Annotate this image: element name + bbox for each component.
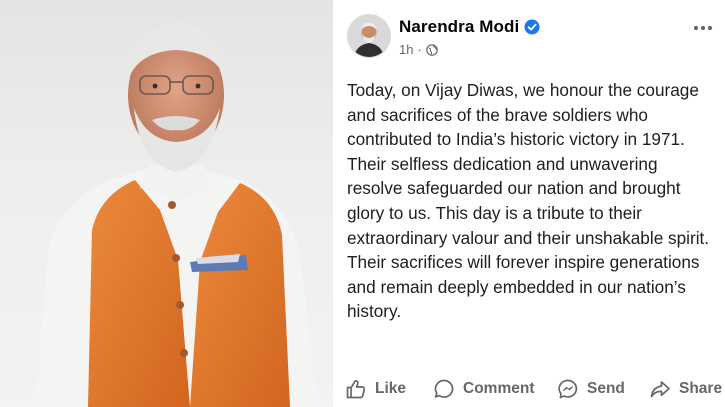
post-actions: Like Comment Send Share bbox=[333, 372, 725, 406]
share-button[interactable]: Share bbox=[649, 372, 722, 406]
post-card: Narendra Modi 1h · Today, on Vijay Diwas… bbox=[333, 0, 725, 407]
author-avatar[interactable] bbox=[347, 14, 391, 58]
post-photo[interactable] bbox=[0, 0, 333, 407]
avatar-image bbox=[348, 15, 390, 57]
author-name[interactable]: Narendra Modi bbox=[399, 17, 519, 37]
comment-label: Comment bbox=[463, 380, 535, 397]
author-row: Narendra Modi bbox=[399, 17, 540, 37]
more-options-icon bbox=[693, 25, 713, 31]
like-button[interactable]: Like bbox=[345, 372, 406, 406]
like-label: Like bbox=[375, 380, 407, 397]
comment-button[interactable]: Comment bbox=[433, 372, 534, 406]
verified-badge-icon bbox=[524, 19, 540, 35]
share-arrow-icon bbox=[650, 381, 670, 398]
post-timestamp[interactable]: 1h bbox=[399, 42, 413, 57]
post-header: Narendra Modi 1h · bbox=[347, 12, 717, 64]
thumbs-up-icon bbox=[346, 380, 366, 399]
post-meta: 1h · bbox=[399, 42, 438, 57]
post-message: Today, on Vijay Diwas, we honour the cou… bbox=[347, 80, 710, 322]
send-label: Send bbox=[587, 380, 625, 397]
comment-icon bbox=[434, 379, 454, 398]
messenger-icon bbox=[558, 379, 578, 399]
send-button[interactable]: Send bbox=[557, 372, 625, 406]
portrait-illustration bbox=[35, 22, 318, 407]
more-options-button[interactable] bbox=[689, 18, 717, 38]
globe-icon bbox=[426, 43, 438, 56]
share-label: Share bbox=[679, 380, 723, 397]
meta-separator: · bbox=[417, 42, 422, 57]
